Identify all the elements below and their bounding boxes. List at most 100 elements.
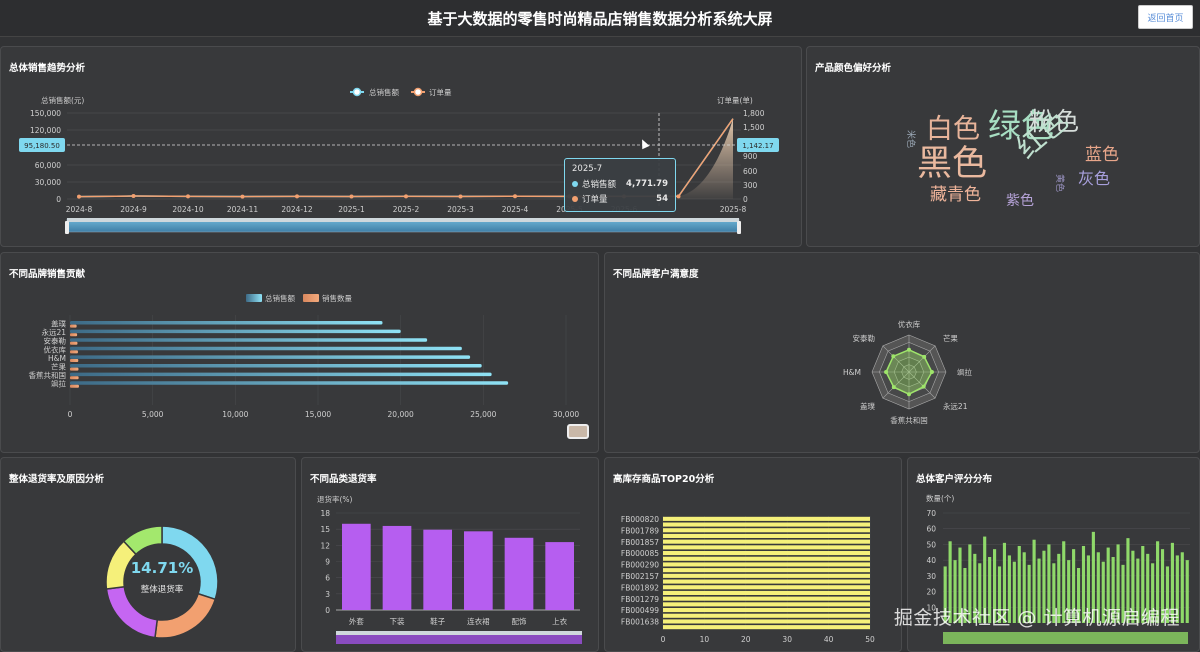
x-tick: 25,000 <box>470 410 496 419</box>
sales-trend-panel: 总体销售趋势分析 总销售额 订单量 总销售额(元) 订单量(单) 150,000… <box>0 46 802 247</box>
brand-legend[interactable]: 总销售额 销售数量 <box>246 293 352 303</box>
brand-label: 优衣库 <box>44 344 67 354</box>
trend-legend[interactable]: 总销售额 订单量 <box>350 87 452 97</box>
radar-label: 盖璞 <box>860 401 876 411</box>
rating-zoom-slider[interactable] <box>943 632 1188 644</box>
category-bar[interactable] <box>423 529 452 610</box>
inventory-bar <box>663 533 870 538</box>
svg-text:95,180.50: 95,180.50 <box>24 142 60 150</box>
y-tick: 6 <box>325 574 330 583</box>
x-tick: 2024-9 <box>120 205 147 214</box>
x-tick: 5,000 <box>142 410 164 419</box>
word-6[interactable]: 灰色 <box>1078 171 1110 187</box>
qty-bar <box>70 359 79 362</box>
product-label: FB000820 <box>621 515 659 524</box>
word-5[interactable]: 蓝色 <box>1085 147 1119 164</box>
radar-label: 芒果 <box>943 333 958 343</box>
radar-point <box>884 370 889 374</box>
qty-bar <box>70 324 77 328</box>
x-tick: 2024-12 <box>281 205 313 214</box>
save-image-icon[interactable] <box>567 424 589 439</box>
category-bar[interactable] <box>504 537 534 610</box>
trend-tooltip: 2025-7 总销售额 4,771.79 订单量 54 <box>564 158 676 212</box>
y-right-ticks: 1,800 1,500 900 600 300 0 <box>743 109 765 204</box>
order-point <box>240 194 245 199</box>
inventory-bar <box>663 573 870 578</box>
svg-text:1,142.17: 1,142.17 <box>742 142 773 150</box>
x-tick: 50 <box>865 635 875 644</box>
y-tick: 15 <box>320 525 330 534</box>
radar-point <box>891 354 896 359</box>
x-tick: 20 <box>741 635 751 644</box>
radar-label: 安泰勒 <box>853 333 876 343</box>
x-tick: 15,000 <box>305 410 331 419</box>
category-label: 外套 <box>349 616 364 626</box>
y-left-tick: 60,000 <box>35 161 61 170</box>
word-8[interactable]: 紫色 <box>1006 194 1034 208</box>
brand-label: 永远21 <box>41 327 66 337</box>
inventory-bar <box>663 608 870 613</box>
sales-bar <box>70 364 482 368</box>
category-bar[interactable] <box>545 542 574 610</box>
category-bar[interactable] <box>464 531 493 610</box>
word-0[interactable]: 白色 <box>926 116 980 143</box>
category-bar[interactable] <box>342 523 371 610</box>
return-rate-value: 14.71% <box>131 559 193 577</box>
y-tick: 18 <box>320 509 330 518</box>
x-tick: 2025-8 <box>720 205 747 214</box>
brand-y-labels: 盖璞永远21安泰勒优衣库H&M芒果香蕉共和国飒拉 <box>29 319 67 389</box>
order-point <box>404 194 408 199</box>
y-tick: 3 <box>325 590 330 599</box>
y-tick: 40 <box>926 556 936 565</box>
order-point <box>513 194 517 199</box>
order-point <box>77 194 81 199</box>
y-tick: 20 <box>926 588 936 597</box>
inventory-bar <box>663 539 870 544</box>
inventory-x-ticks: 0 10 20 30 40 50 <box>661 635 875 644</box>
category-bar[interactable] <box>382 525 412 610</box>
y-left-tick: 120,000 <box>30 126 61 135</box>
product-label: FB000290 <box>621 561 659 570</box>
sales-bar <box>70 321 383 325</box>
radar-point <box>929 370 934 374</box>
y-tick: 60 <box>926 525 936 534</box>
y-left-ticks: 150,000 120,000 60,000 30,000 0 <box>30 109 61 204</box>
order-point <box>186 194 190 199</box>
word-3[interactable]: 黑色 <box>917 147 987 182</box>
watermark: 掘金技术社区 @ 计算机源启编程 <box>893 607 1180 629</box>
inventory-bar <box>663 551 870 556</box>
order-point <box>349 194 354 199</box>
word-7[interactable]: 藏青色 <box>930 187 981 204</box>
brand-sales-panel: 不同品牌销售贡献 总销售额 销售数量 盖璞 永远21 安泰勒 优衣库 H&M 芒果 香蕉共和… <box>0 252 599 453</box>
data-zoom-slider[interactable] <box>65 218 741 234</box>
radar-label: H&M <box>843 368 861 377</box>
category-label: 上衣 <box>552 616 568 626</box>
radar-point <box>907 347 911 352</box>
radar-label: 香蕉共和国 <box>890 415 928 425</box>
y-right-axis-label: 订单量(单) <box>717 95 753 105</box>
word-10[interactable]: 黄色 <box>1054 174 1064 192</box>
y-tick: 70 <box>926 509 936 518</box>
sales-bar <box>70 355 471 359</box>
y-right-tick: 1,800 <box>743 109 765 118</box>
rating-bar <box>1180 552 1184 623</box>
x-tick: 2025-2 <box>393 205 420 214</box>
brand-x-ticks: 0 5,000 10,000 15,000 20,000 25,000 30,000 <box>68 410 580 419</box>
sales-bar <box>70 329 401 334</box>
y-tick: 0 <box>325 606 330 615</box>
inventory-bars <box>663 516 870 630</box>
tooltip-title: 2025-7 <box>572 164 603 174</box>
legend-swatch-sales <box>246 294 262 302</box>
inventory-bar <box>663 602 870 607</box>
inventory-bar <box>663 562 870 567</box>
product-label: FB001279 <box>621 595 659 604</box>
product-label: FB002157 <box>621 572 659 581</box>
category-zoom-slider[interactable] <box>336 631 582 644</box>
x-tick: 2025-3 <box>447 205 474 214</box>
inventory-y-labels: FB000820 FB001789 FB001857 FB000085 FB000290… <box>621 515 659 627</box>
rating-bar <box>1185 560 1189 623</box>
brand-label: 飒拉 <box>51 379 66 389</box>
donut-slice[interactable] <box>154 592 217 639</box>
back-home-button[interactable]: 返回首页 <box>1138 5 1193 29</box>
word-9[interactable]: 米色 <box>905 130 915 148</box>
